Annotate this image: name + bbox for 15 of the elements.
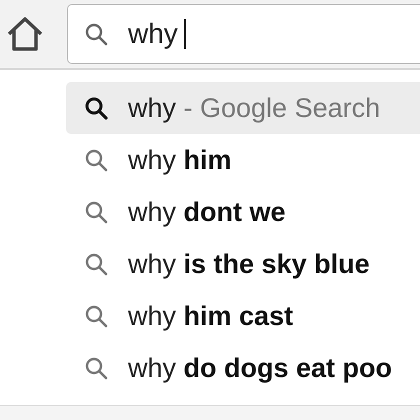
search-icon [84,200,108,224]
suggestion-item[interactable]: why him cast [66,290,420,342]
suggestion-item[interactable]: why him [66,134,420,186]
search-icon [84,356,108,380]
search-field[interactable]: why [67,4,420,64]
suggestion-item[interactable]: why is the sky blue [66,238,420,290]
suggestion-item[interactable]: why - Google Search [66,82,420,134]
search-icon [84,96,108,120]
search-icon [84,22,108,46]
search-icon [84,252,108,276]
search-icon [84,304,108,328]
search-icon [84,148,108,172]
suggestion-item[interactable]: why do dogs eat poo [66,342,420,394]
home-icon[interactable] [5,16,45,52]
suggestion-item[interactable]: why dont we [66,186,420,238]
